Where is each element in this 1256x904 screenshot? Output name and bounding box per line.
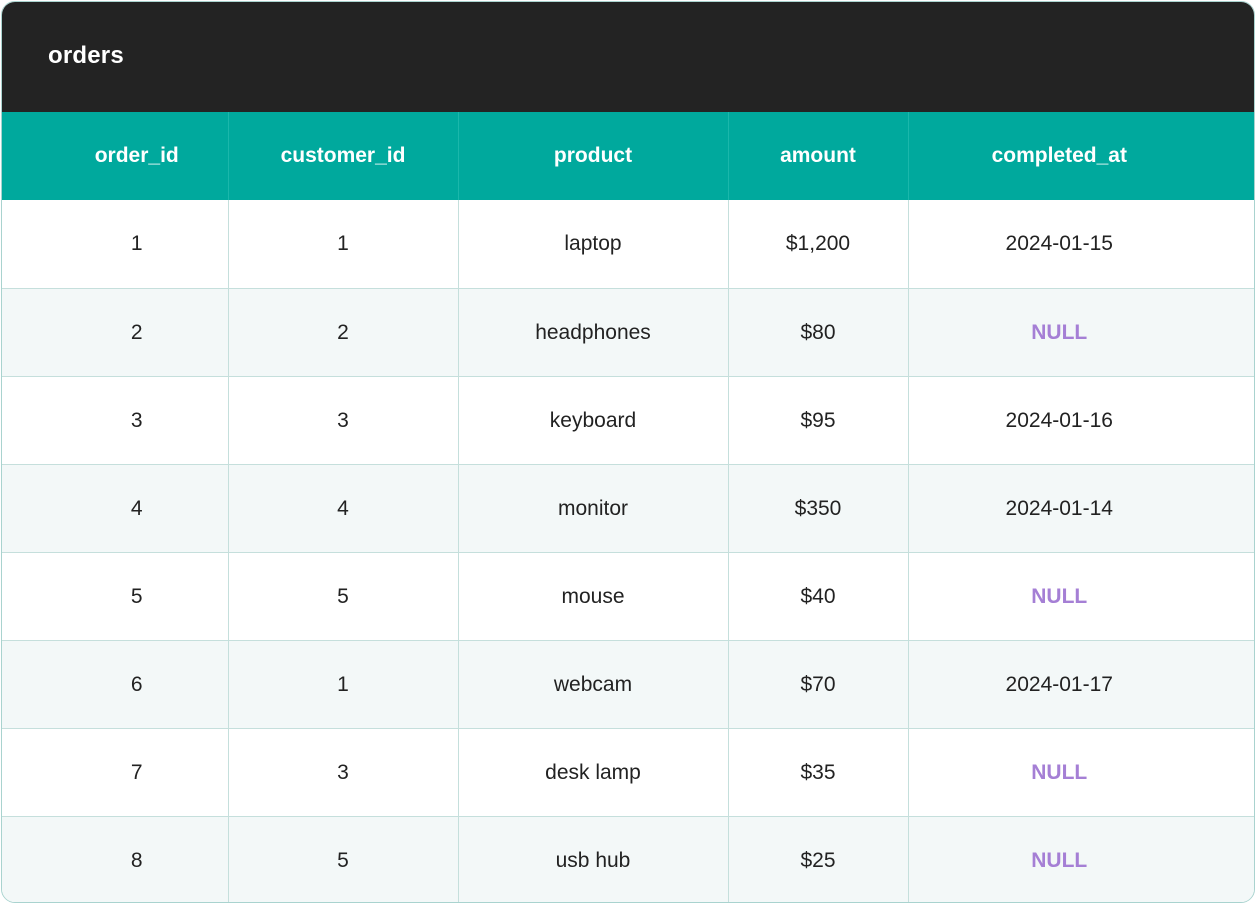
table-row[interactable]: 7 3 desk lamp $35 NULL [2,728,1254,817]
table-row[interactable]: 2 2 headphones $80 NULL [2,288,1254,377]
product-cell: monitor [457,464,728,553]
order-id-cell: 7 [2,728,228,817]
customer-id-cell: 3 [227,728,458,817]
table-row[interactable]: 1 1 laptop $1,200 2024-01-15 [2,200,1254,289]
order-id-cell: 3 [2,376,228,465]
column-header-completed-at[interactable]: completed_at [907,112,1254,200]
table-row[interactable]: 6 1 webcam $70 2024-01-17 [2,640,1254,729]
column-header-customer-id[interactable]: customer_id [227,112,458,200]
orders-table-card: orders order_id customer_id product amou… [1,1,1255,903]
customer-id-cell: 2 [227,288,458,377]
product-cell: laptop [457,200,728,289]
product-cell: usb hub [457,816,728,902]
product-cell: mouse [457,552,728,641]
table-row[interactable]: 3 3 keyboard $95 2024-01-16 [2,376,1254,465]
null-value-cell: NULL [907,288,1254,377]
amount-cell: $25 [727,816,908,902]
customer-id-cell: 1 [227,640,458,729]
header-row: order_id customer_id product amount comp… [2,112,1254,200]
order-id-cell: 1 [130,232,143,255]
table-title: orders [48,42,124,69]
table-row[interactable]: 8 5 usb hub $25 NULL [2,816,1254,902]
customer-id-cell: 5 [227,552,458,641]
amount-cell: $70 [727,640,908,729]
product-cell: webcam [457,640,728,729]
order-id-cell: 4 [2,464,228,553]
product-cell: keyboard [457,376,728,465]
amount-cell: $80 [727,288,908,377]
column-header-order-id[interactable]: order_id [2,112,228,200]
amount-cell: $40 [727,552,908,641]
customer-id-cell: 5 [227,816,458,902]
table-body: 1 1 laptop $1,200 2024-01-15 2 2 headphones $80 N… [2,200,1254,902]
completed-at-cell: 2024-01-14 [907,464,1254,553]
table-title-bar: orders [2,2,1254,112]
orders-table: order_id customer_id product amount comp… [2,112,1254,902]
customer-id-cell: 4 [227,464,458,553]
completed-at-cell: 2024-01-16 [907,376,1254,465]
completed-at-cell: 2024-01-17 [907,640,1254,729]
amount-cell: $350 [727,464,908,553]
order-id-cell: 6 [2,640,228,729]
null-value-cell: NULL [907,728,1254,817]
column-header-product[interactable]: product [457,112,728,200]
completed-at-cell: 2024-01-15 [907,200,1254,289]
amount-cell: $1,200 [727,200,908,289]
customer-id-cell: 3 [227,376,458,465]
product-cell: headphones [457,288,728,377]
order-id-cell: 5 [2,552,228,641]
product-cell: desk lamp [457,728,728,817]
order-id-cell: 2 [2,288,228,377]
amount-cell: $35 [727,728,908,817]
table-row[interactable]: 4 4 monitor $350 2024-01-14 [2,464,1254,553]
table-row[interactable]: 5 5 mouse $40 NULL [2,552,1254,641]
customer-id-cell: 1 [227,200,458,289]
null-value-cell: NULL [907,816,1254,902]
null-value-cell: NULL [907,552,1254,641]
amount-cell: $95 [727,376,908,465]
table-header: order_id customer_id product amount comp… [2,112,1254,200]
order-id-cell: 8 [2,816,228,902]
column-header-amount[interactable]: amount [727,112,908,200]
